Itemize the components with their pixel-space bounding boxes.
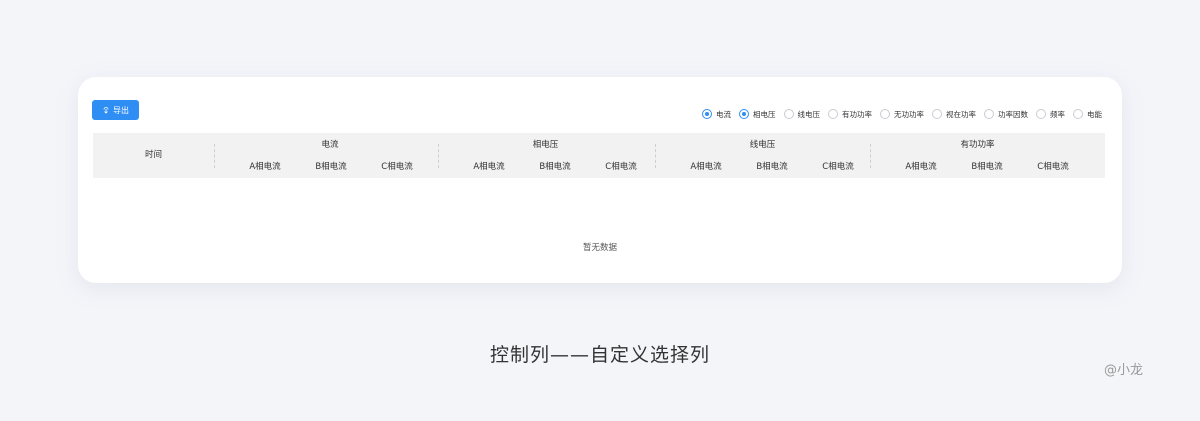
download-icon <box>103 107 109 114</box>
column-filter-label: 线电压 <box>797 109 821 119</box>
radio-checked-icon[interactable] <box>739 109 749 119</box>
radio-unchecked-icon[interactable] <box>932 109 942 119</box>
empty-state-text: 暂无数据 <box>582 243 617 253</box>
table-header: 时间 电流 A相电流 B相电流 C相电流 相电压 A相电流 B相电流 C相电流 线电压 A相电流 B… <box>93 133 1105 178</box>
sub-column-header[interactable]: B相电流 <box>954 161 1020 173</box>
column-filter-radio[interactable]: 电流 <box>702 109 731 120</box>
sub-column-header[interactable]: C相电流 <box>805 161 871 173</box>
column-group-header: 有功功率 <box>960 140 995 150</box>
radio-unchecked-icon[interactable] <box>984 109 994 119</box>
sub-column-header[interactable]: A相电流 <box>673 161 739 173</box>
author-credit: @小龙 <box>1104 363 1144 378</box>
sub-column-header[interactable]: A相电流 <box>232 161 298 173</box>
column-filter-label: 相电压 <box>753 109 776 119</box>
sub-column-header[interactable]: C相电流 <box>364 161 430 173</box>
radio-checked-icon[interactable] <box>702 109 712 119</box>
radio-unchecked-icon[interactable] <box>880 109 890 119</box>
radio-unchecked-icon[interactable] <box>828 109 838 119</box>
column-filter-radio[interactable]: 线电压 <box>783 109 821 120</box>
column-filter-label: 有功功率 <box>842 109 872 119</box>
column-filter-group: 电流 相电压 线电压 有功功率 无功功率 视在功率 功率因数 频率 电能 <box>694 108 1102 120</box>
sub-column-header[interactable]: B相电流 <box>522 161 588 173</box>
sub-column-header[interactable]: B相电流 <box>298 161 364 173</box>
column-filter-label: 电流 <box>716 109 731 119</box>
column-group-header: 电流 <box>321 140 339 150</box>
page-caption: 控制列——自定义选择列 <box>489 344 710 366</box>
column-group-header: 线电压 <box>749 140 776 150</box>
time-column-header[interactable]: 时间 <box>93 133 214 178</box>
radio-unchecked-icon[interactable] <box>783 109 794 119</box>
table-card: 导出 电流 相电压 线电压 有功功率 无功功率 视在功率 功率因数 频率 电能 时间 电流 A相电… <box>78 77 1122 283</box>
sub-column-header[interactable]: A相电流 <box>888 161 954 173</box>
column-filter-radio[interactable]: 视在功率 <box>932 109 976 120</box>
column-filter-radio[interactable]: 相电压 <box>739 109 776 120</box>
sub-column-header[interactable]: B相电流 <box>739 161 805 173</box>
sub-column-header[interactable]: C相电流 <box>588 161 654 173</box>
column-filter-label: 功率因数 <box>998 109 1028 119</box>
column-filter-radio[interactable]: 功率因数 <box>984 109 1028 120</box>
sub-column-header[interactable]: A相电流 <box>456 161 522 173</box>
column-filter-radio[interactable]: 有功功率 <box>828 109 872 120</box>
column-filter-label: 视在功率 <box>946 109 976 119</box>
export-label: 导出 <box>113 105 129 115</box>
radio-unchecked-icon[interactable] <box>1073 109 1083 119</box>
column-filter-label: 无功功率 <box>894 109 924 119</box>
radio-unchecked-icon[interactable] <box>1036 109 1046 119</box>
column-filter-radio[interactable]: 电能 <box>1073 109 1102 120</box>
export-button[interactable]: 导出 <box>92 100 139 120</box>
column-filter-label: 频率 <box>1050 109 1065 119</box>
column-filter-label: 电能 <box>1087 109 1102 119</box>
column-group-header: 相电压 <box>532 140 559 150</box>
sub-column-header[interactable]: C相电流 <box>1020 161 1086 173</box>
column-filter-radio[interactable]: 频率 <box>1036 109 1065 120</box>
column-filter-radio[interactable]: 无功功率 <box>880 109 924 120</box>
